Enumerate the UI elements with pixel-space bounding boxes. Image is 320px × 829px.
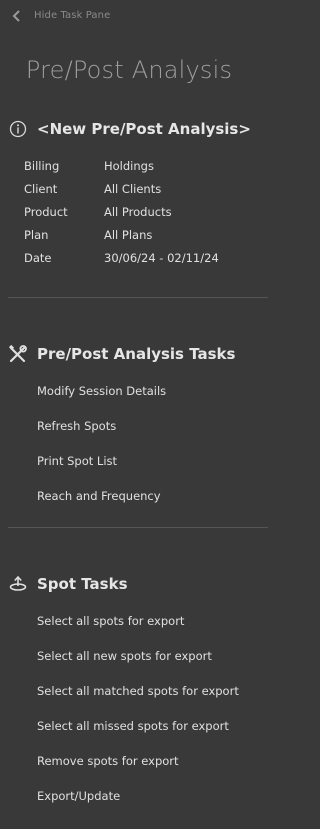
analysis-header: <New Pre/Post Analysis> (8, 119, 251, 139)
detail-row-billing: Billing Holdings (24, 154, 264, 177)
chevron-left-icon (10, 8, 24, 22)
task-modify-session-details[interactable]: Modify Session Details (37, 373, 166, 408)
task-print-spot-list[interactable]: Print Spot List (37, 443, 166, 478)
pane-title: Pre/Post Analysis (25, 56, 233, 84)
tools-icon (8, 344, 28, 364)
spot-task-list: Select all spots for export Select all n… (37, 603, 239, 813)
task-select-missed-spots[interactable]: Select all missed spots for export (37, 708, 239, 743)
task-select-all-spots[interactable]: Select all spots for export (37, 603, 239, 638)
spot-tasks-title: Spot Tasks (37, 575, 128, 593)
task-refresh-spots[interactable]: Refresh Spots (37, 408, 166, 443)
task-reach-and-frequency[interactable]: Reach and Frequency (37, 478, 166, 513)
detail-value: 30/06/24 - 02/11/24 (104, 250, 219, 265)
detail-value: All Products (104, 204, 172, 219)
task-remove-spots[interactable]: Remove spots for export (37, 743, 239, 778)
detail-label: Product (24, 204, 68, 219)
analysis-tasks-title: Pre/Post Analysis Tasks (37, 345, 236, 363)
detail-row-client: Client All Clients (24, 177, 264, 200)
detail-row-date: Date 30/06/24 - 02/11/24 (24, 246, 264, 269)
spot-upload-icon (8, 574, 28, 594)
detail-value: Holdings (104, 158, 154, 173)
analysis-details: Billing Holdings Client All Clients Prod… (24, 154, 264, 269)
task-export-update[interactable]: Export/Update (37, 778, 239, 813)
detail-label: Client (24, 181, 58, 196)
detail-label: Date (24, 250, 52, 265)
detail-value: All Plans (104, 227, 153, 242)
hide-task-pane-label: Hide Task Pane (34, 9, 111, 21)
task-select-matched-spots[interactable]: Select all matched spots for export (37, 673, 239, 708)
detail-row-plan: Plan All Plans (24, 223, 264, 246)
spot-tasks-header: Spot Tasks (8, 574, 128, 594)
info-icon (8, 119, 28, 139)
task-select-new-spots[interactable]: Select all new spots for export (37, 638, 239, 673)
section-divider (8, 297, 268, 298)
analysis-task-list: Modify Session Details Refresh Spots Pri… (37, 373, 166, 513)
detail-value: All Clients (104, 181, 162, 196)
detail-label: Plan (24, 227, 49, 242)
hide-task-pane-button[interactable]: Hide Task Pane (10, 6, 110, 24)
task-pane: Hide Task Pane Pre/Post Analysis <New Pr… (0, 0, 275, 829)
section-divider (8, 527, 268, 528)
analysis-tasks-header: Pre/Post Analysis Tasks (8, 344, 235, 364)
detail-row-product: Product All Products (24, 200, 264, 223)
detail-label: Billing (24, 158, 60, 173)
analysis-title: <New Pre/Post Analysis> (37, 120, 251, 138)
